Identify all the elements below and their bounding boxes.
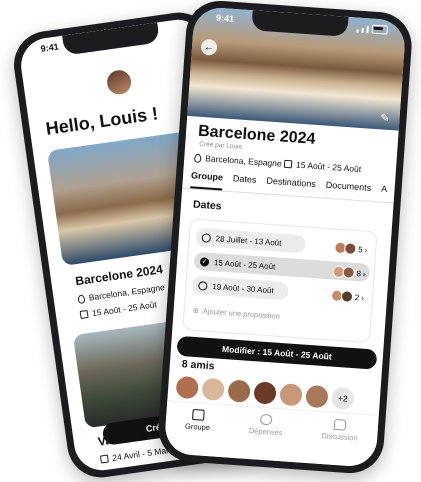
date-option-label: 19 Août - 30 Août xyxy=(212,281,274,295)
front-phone-screen: 9:41 ← ✎ Barcelone 2024 Créé par Louis B… xyxy=(163,6,407,468)
trip-location-text: Barcelona, Espagne xyxy=(204,153,283,169)
bottom-nav: Groupe Dépenses Discussion xyxy=(163,400,379,468)
profile-avatar[interactable] xyxy=(103,66,135,99)
friend-avatar[interactable] xyxy=(305,384,329,409)
radio-unchecked-icon[interactable] xyxy=(198,280,208,291)
vote-count: 5 xyxy=(357,244,363,254)
signal-icon xyxy=(366,26,369,34)
friends-heading: 8 amis xyxy=(181,358,215,373)
friend-avatar[interactable] xyxy=(253,381,277,405)
add-proposal[interactable]: ⊕ Ajouter une proposition xyxy=(192,306,280,321)
add-proposal-label: Ajouter une proposition xyxy=(202,306,281,321)
trip-location: Barcelona, Espagne xyxy=(194,152,283,169)
voter-avatar xyxy=(342,266,355,279)
voter-avatar xyxy=(340,290,354,303)
status-time: 9:41 xyxy=(40,41,60,54)
nav-groupe[interactable]: Groupe xyxy=(184,408,212,433)
battery-icon xyxy=(371,24,388,35)
piggy-bank-icon xyxy=(260,413,273,426)
dates-heading: Dates xyxy=(192,198,223,213)
friend-avatar[interactable] xyxy=(175,375,200,400)
nav-depenses[interactable]: Dépenses xyxy=(249,413,284,437)
friend-avatar[interactable] xyxy=(201,377,225,402)
plus-icon: ⊕ xyxy=(192,305,200,316)
radio-unchecked-icon[interactable] xyxy=(201,232,212,243)
signal-icon xyxy=(361,27,364,33)
front-phone: 9:41 ← ✎ Barcelone 2024 Créé par Louis B… xyxy=(156,0,414,476)
chevron-right-icon: › xyxy=(364,245,368,255)
date-option-label: 28 Juillet - 13 Août xyxy=(215,233,282,248)
location-pin-icon xyxy=(77,293,86,304)
tab-more[interactable]: A xyxy=(380,184,388,202)
tab-groupe[interactable]: Groupe xyxy=(190,170,224,191)
more-friends-badge[interactable]: +2 xyxy=(331,386,355,411)
calendar-icon xyxy=(79,309,89,319)
signal-icon xyxy=(356,29,359,33)
trip-card-dates-text: 15 Août - 25 Août xyxy=(91,299,158,319)
date-option-label: 15 Août - 25 Août xyxy=(213,257,276,271)
vote-count: 8 xyxy=(356,268,362,278)
votes-2: 8 › xyxy=(332,265,366,280)
votes-1: 5 › xyxy=(333,241,368,256)
greeting: Hello, Louis ! xyxy=(44,103,160,139)
home-icon xyxy=(192,408,205,421)
vote-count: 2 xyxy=(354,292,360,302)
date-option-1[interactable]: 28 Juillet - 13 Août xyxy=(195,227,307,254)
trip-dates: 15 Août - 25 Août xyxy=(283,159,362,175)
edit-pencil-icon[interactable]: ✎ xyxy=(380,111,390,125)
calendar-icon xyxy=(99,454,109,464)
friend-avatar[interactable] xyxy=(279,383,303,407)
voter-avatar xyxy=(343,242,357,255)
trip-card-dates: 15 Août - 25 Août xyxy=(79,299,157,320)
trip-dates-text: 15 Août - 25 Août xyxy=(295,159,362,175)
trip-card-dates-text-2: 24 Avril - 5 Mai xyxy=(111,445,169,463)
radio-checked-icon[interactable]: ✓ xyxy=(199,256,210,267)
votes-3: 2 › xyxy=(330,289,365,304)
calendar-icon xyxy=(283,159,293,169)
tab-dates[interactable]: Dates xyxy=(232,173,257,193)
chevron-right-icon: › xyxy=(360,292,365,303)
tab-destinations[interactable]: Destinations xyxy=(266,176,316,197)
trip-card-dates-2: 24 Avril - 5 Mai xyxy=(99,445,169,464)
status-time: 9:41 xyxy=(215,12,235,24)
nav-label: Dépenses xyxy=(248,425,283,438)
location-pin-icon xyxy=(194,152,202,163)
tab-documents[interactable]: Documents xyxy=(325,180,371,201)
nav-label: Groupe xyxy=(184,421,211,433)
date-options-box: 28 Juillet - 13 Août 5 › ✓ 15 Août - 25 … xyxy=(182,218,378,344)
trip-tabs: Groupe Dates Destinations Documents A xyxy=(182,169,395,204)
nav-label: Discussion xyxy=(321,431,358,443)
chat-icon xyxy=(334,418,347,431)
date-option-3[interactable]: 19 Août - 30 Août xyxy=(191,275,289,301)
friend-avatar[interactable] xyxy=(227,379,251,403)
notch xyxy=(62,22,160,56)
nav-discussion[interactable]: Discussion xyxy=(321,418,359,443)
